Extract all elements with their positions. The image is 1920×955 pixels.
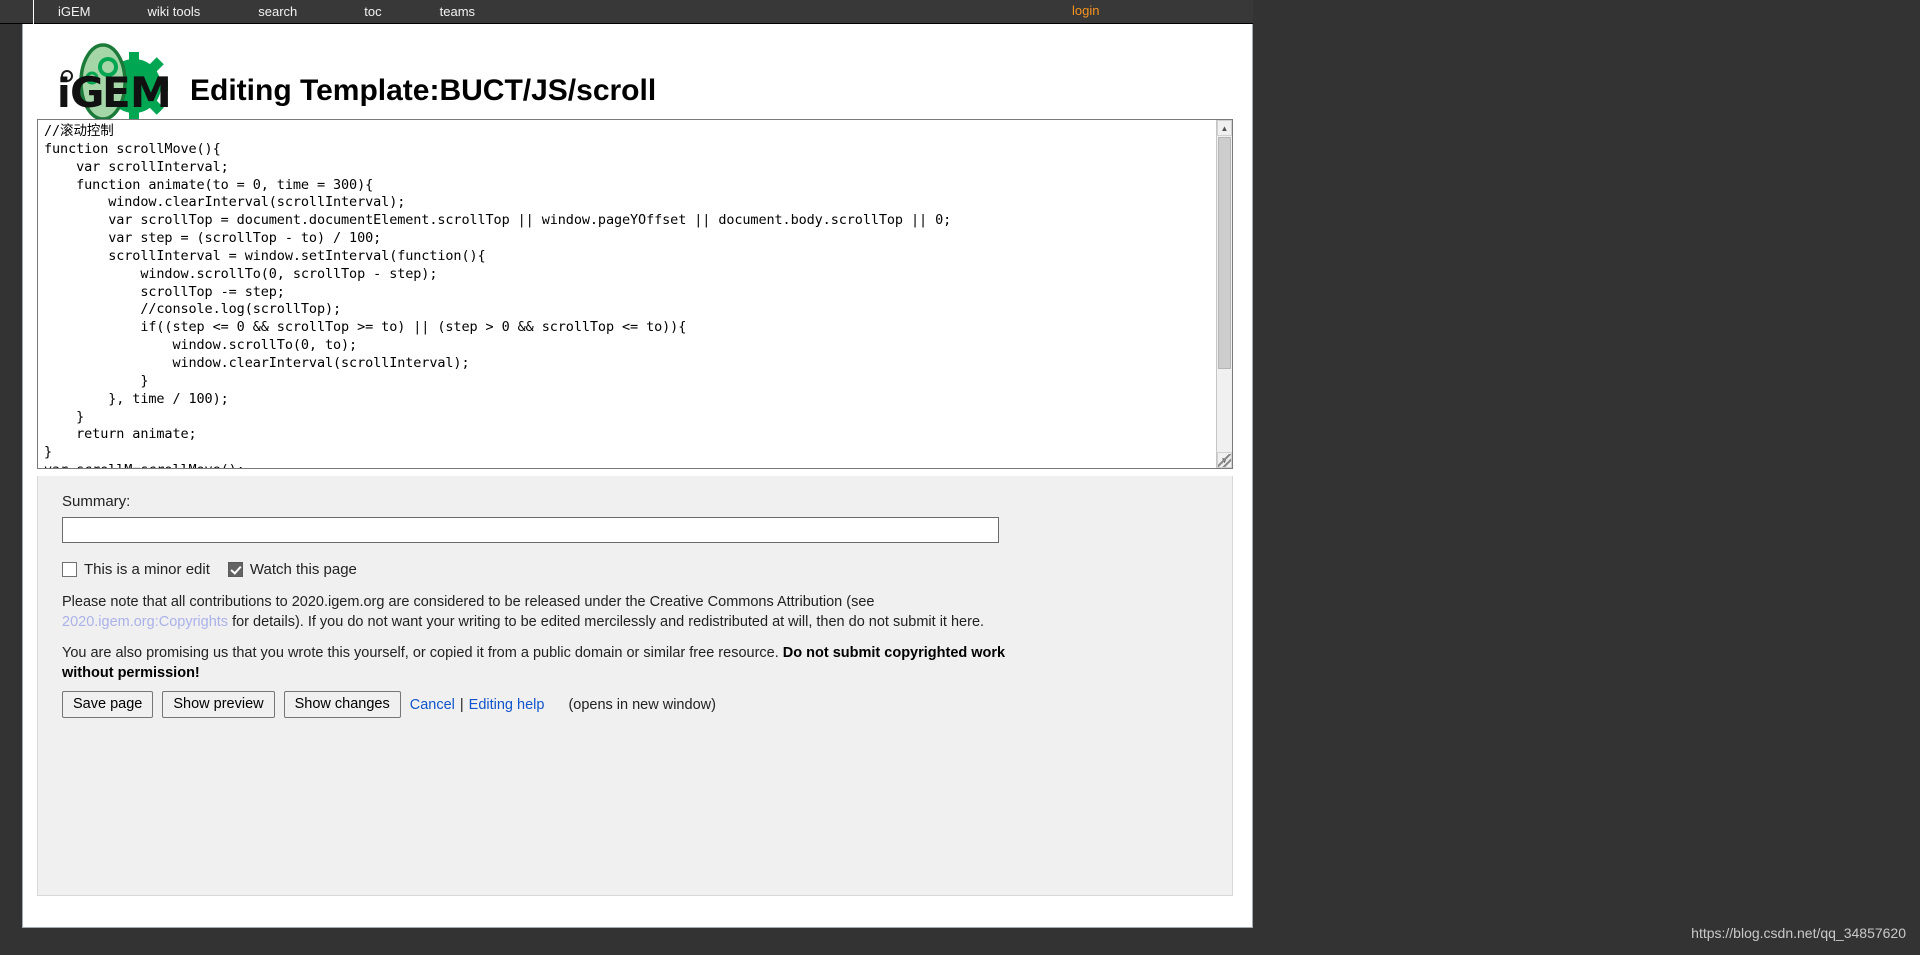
top-navigation-bar: iGEM wiki tools search toc teams login (0, 0, 1253, 24)
login-link[interactable]: login (1072, 3, 1099, 18)
resize-grip-icon[interactable] (1218, 454, 1231, 467)
cancel-link[interactable]: Cancel (410, 697, 455, 713)
svg-text:i: i (57, 71, 71, 117)
editor-code-content[interactable]: //滚动控制 function scrollMove(){ var scroll… (44, 123, 1214, 468)
save-page-button[interactable]: Save page (62, 691, 154, 718)
checkbox-row: This is a minor edit Watch this page (62, 561, 375, 578)
editing-help-link[interactable]: Editing help (469, 697, 545, 713)
legal-text-part2: for details). If you do not want your wr… (228, 613, 985, 630)
show-changes-button[interactable]: Show changes (283, 691, 401, 718)
legal-text-part3: You are also promising us that you wrote… (62, 645, 783, 661)
legal-notice: Please note that all contributions to 20… (62, 593, 1007, 683)
page-title: Editing Template:BUCT/JS/scroll (190, 74, 657, 107)
copyrights-link[interactable]: 2020.igem.org:Copyrights (62, 614, 228, 630)
new-window-hint: (opens in new window) (568, 696, 716, 713)
svg-text:G: G (70, 68, 104, 117)
editor-wrapper: //滚动控制 function scrollMove(){ var scroll… (37, 119, 1233, 469)
svg-text:M: M (130, 68, 172, 117)
igem-logo: i G E M (48, 34, 178, 122)
nav-items: iGEM wiki tools search toc teams (34, 0, 475, 24)
legal-text-part1: Please note that all contributions to 20… (62, 594, 875, 610)
page-header: i G E M Editing Template:BUCT/JS/scroll (23, 24, 1252, 122)
screen-root: iGEM wiki tools search toc teams login i… (0, 0, 1920, 955)
wikitext-editor[interactable]: //滚动控制 function scrollMove(){ var scroll… (37, 119, 1233, 469)
scroll-up-icon[interactable]: ▲ (1217, 120, 1232, 136)
summary-input[interactable] (62, 517, 999, 543)
edit-form-panel: Summary: This is a minor edit Watch this… (37, 476, 1233, 896)
minor-edit-label: This is a minor edit (84, 561, 210, 578)
nav-item-search[interactable]: search (258, 4, 297, 19)
minor-edit-checkbox[interactable] (62, 562, 77, 577)
form-buttons: Save page Show preview Show changes Canc… (62, 691, 716, 718)
link-separator: | (459, 696, 464, 713)
watch-page-label: Watch this page (249, 561, 357, 578)
watermark-text: https://blog.csdn.net/qq_34857620 (1691, 925, 1906, 941)
scrollbar-thumb[interactable] (1218, 137, 1231, 369)
nav-item-igem[interactable]: iGEM (58, 4, 91, 19)
summary-label: Summary: (62, 493, 131, 510)
page-container: i G E M Editing Template:BUCT/JS/scroll … (22, 24, 1253, 928)
svg-text:E: E (102, 68, 131, 117)
watch-page-checkbox[interactable] (227, 562, 243, 577)
editor-scrollbar[interactable]: ▲ ▼ (1216, 120, 1232, 468)
nav-item-wiki-tools[interactable]: wiki tools (148, 4, 201, 19)
nav-item-toc[interactable]: toc (364, 4, 381, 19)
legal-paragraph-2: You are also promising us that you wrote… (62, 644, 1007, 683)
show-preview-button[interactable]: Show preview (162, 691, 275, 718)
nav-item-teams[interactable]: teams (440, 4, 475, 19)
